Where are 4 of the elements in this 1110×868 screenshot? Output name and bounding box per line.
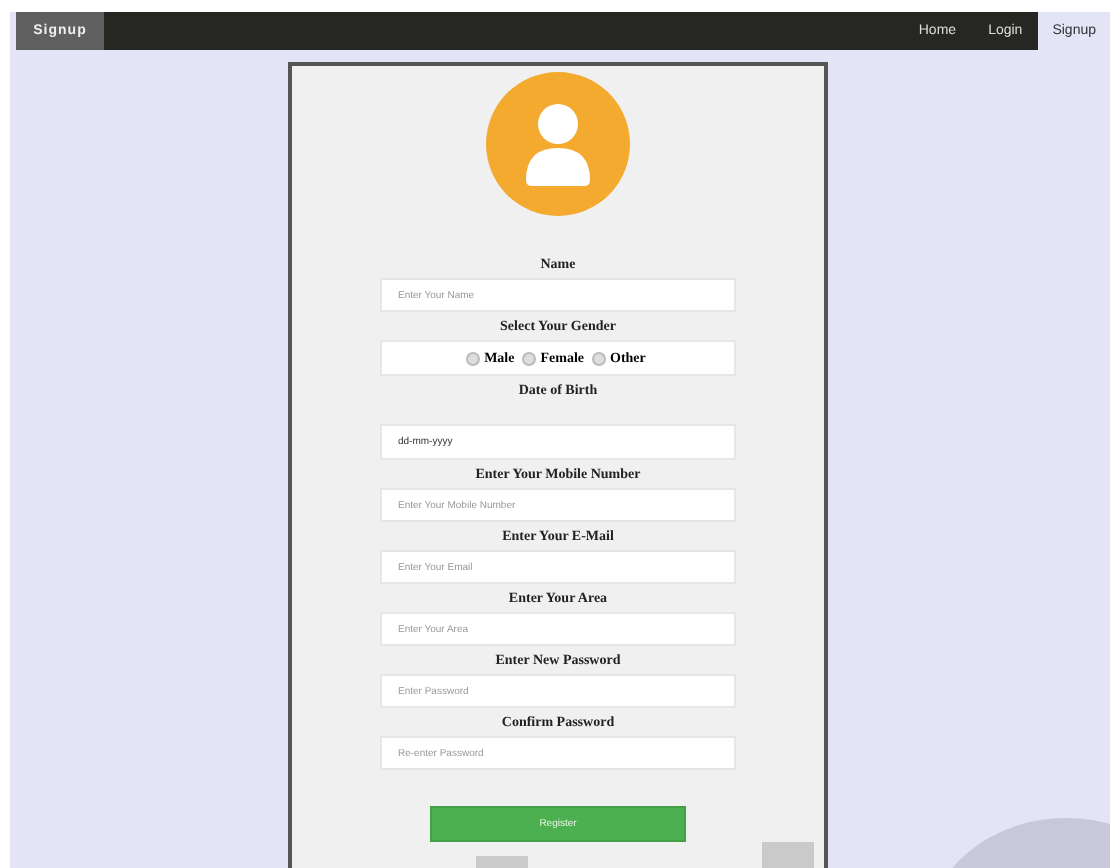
radio-button[interactable] (522, 351, 537, 365)
radio-button[interactable] (466, 351, 481, 365)
radio-button[interactable] (592, 351, 607, 365)
user-avatar-icon (486, 72, 630, 216)
